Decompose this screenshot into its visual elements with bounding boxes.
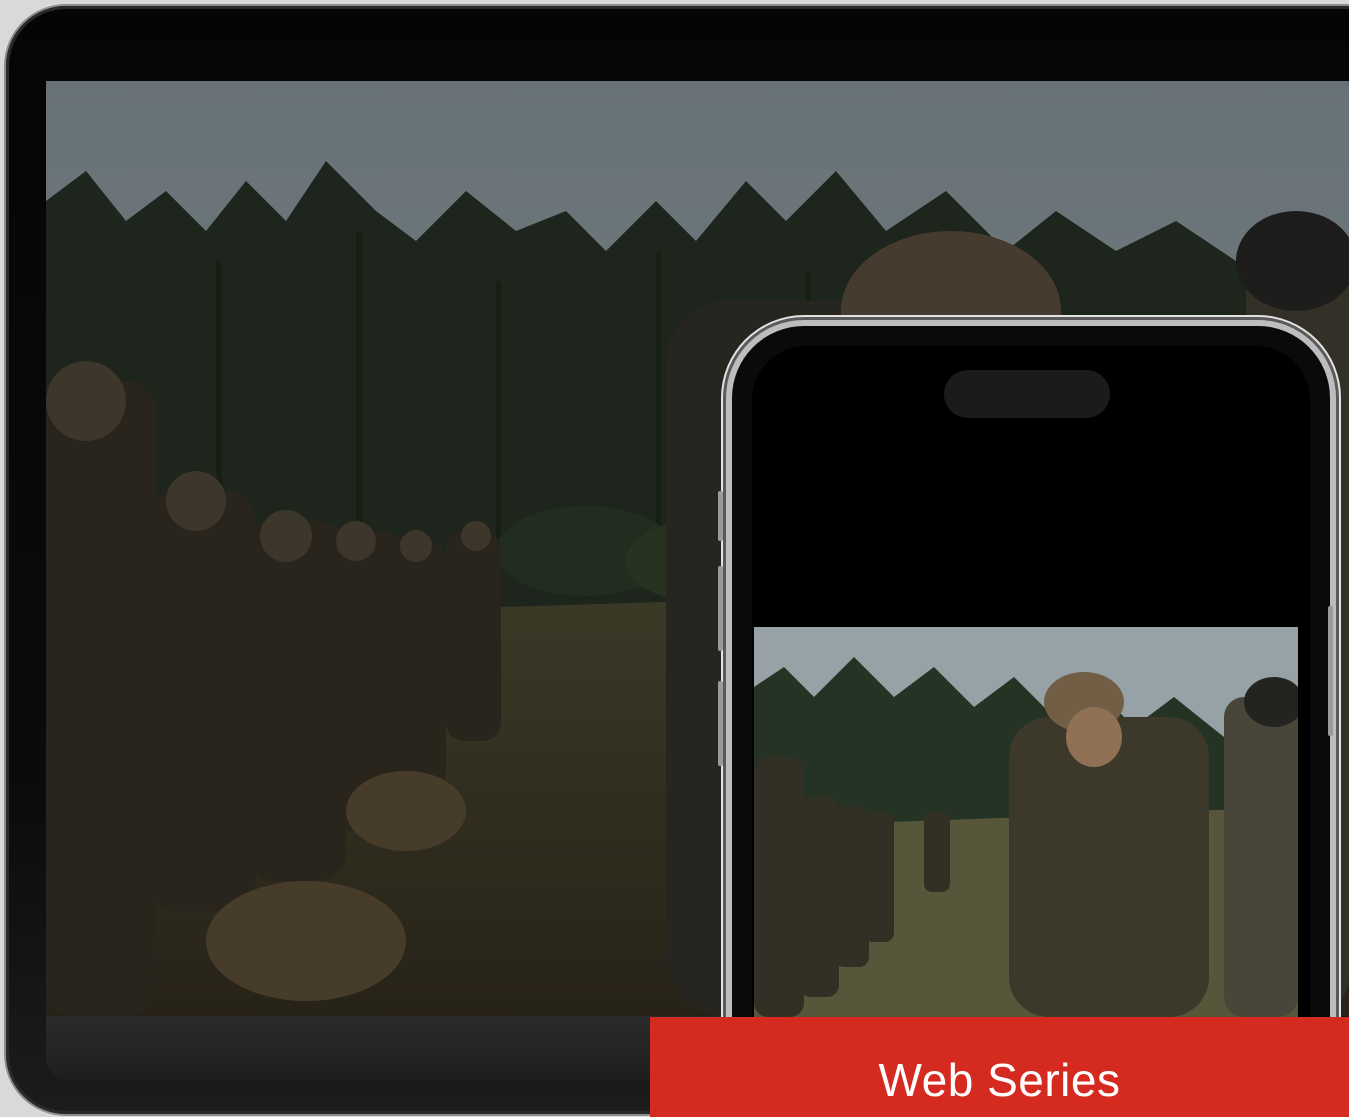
phone-power-button: [1328, 606, 1333, 736]
phone-mockup: [718, 326, 1333, 1086]
phone-soldiers-scene-image: [754, 627, 1298, 1017]
dynamic-island: [944, 370, 1110, 418]
phone-screen: [752, 346, 1310, 1086]
phone-volume-up-button: [718, 566, 723, 651]
phone-side-button: [718, 491, 723, 541]
phone-volume-down-button: [718, 681, 723, 766]
phone-video-frame[interactable]: [754, 627, 1298, 1017]
laptop-chin: [46, 1016, 746, 1080]
web-series-banner[interactable]: Web Series: [650, 1017, 1349, 1117]
banner-title: Web Series: [878, 1054, 1121, 1106]
